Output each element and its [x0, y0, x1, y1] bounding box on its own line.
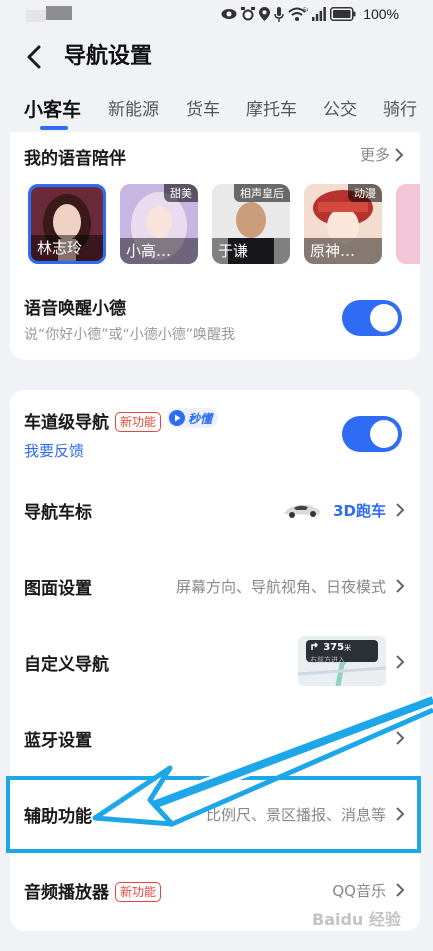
voice-name: 小高…	[120, 238, 198, 264]
voice-tag: 动漫	[348, 184, 382, 202]
tab-motorcycle[interactable]: 摩托车	[246, 96, 297, 124]
battery-percent: 100%	[363, 6, 399, 22]
tab-car[interactable]: 小客车	[24, 96, 81, 124]
voice-avatar-partial[interactable]	[396, 184, 420, 264]
sec-badge-label: 秒懂	[188, 411, 213, 426]
blurred-status-text	[26, 6, 72, 22]
back-button[interactable]	[20, 42, 50, 72]
battery-icon	[330, 7, 356, 21]
custom-nav-row[interactable]	[10, 630, 420, 694]
map-settings-row[interactable]	[10, 558, 420, 614]
voice-name: 原神…	[304, 238, 382, 264]
play-icon	[169, 410, 186, 426]
back-arrow-icon	[27, 45, 41, 69]
voice-card: 我的语音陪伴 更多 林志玲 甜美 小高… 相声皇后 于谦 动漫 原神… 语音唤醒…	[10, 132, 420, 360]
feedback-link[interactable]: 我要反馈	[24, 440, 84, 461]
lane-nav-title-row: 车道级导航 新功能 秒懂	[24, 408, 219, 433]
voice-name: 于谦	[212, 238, 290, 264]
portrait-image	[396, 184, 420, 264]
more-voices-link[interactable]: 更多	[360, 144, 404, 165]
header: 导航设置	[0, 30, 433, 84]
voice-tag: 相声皇后	[234, 184, 290, 202]
alarm-icon	[241, 7, 256, 21]
toggle-knob	[370, 420, 398, 448]
watermark: Baidu 经验	[312, 910, 401, 929]
wifi-icon: 5G	[288, 7, 308, 21]
tab-new-energy[interactable]: 新能源	[108, 96, 159, 124]
location-icon	[259, 7, 271, 21]
tab-bus[interactable]: 公交	[323, 96, 357, 124]
bluetooth-row[interactable]	[10, 710, 420, 766]
wake-subtitle: 说“你好小德”或“小德小德”唤醒我	[24, 327, 236, 343]
wake-title: 语音唤醒小德	[24, 299, 126, 319]
chevron-right-icon	[395, 147, 404, 162]
tab-truck[interactable]: 货车	[186, 96, 220, 124]
lane-nav-toggle[interactable]	[342, 416, 402, 452]
quick-understand-badge[interactable]: 秒懂	[167, 408, 219, 428]
lane-nav-title: 车道级导航	[24, 413, 109, 433]
voice-avatar-yuqian[interactable]: 相声皇后 于谦	[212, 184, 290, 264]
voice-avatar-xiaogao[interactable]: 甜美 小高…	[120, 184, 198, 264]
highlight-box	[6, 776, 421, 853]
eye-icon	[221, 9, 237, 19]
voice-avatar-genshin[interactable]: 动漫 原神…	[304, 184, 382, 264]
toggle-knob	[370, 304, 398, 332]
tab-cycling[interactable]: 骑行	[383, 96, 417, 124]
wake-toggle[interactable]	[342, 300, 402, 336]
voice-section-title: 我的语音陪伴	[24, 149, 126, 169]
more-label: 更多	[359, 146, 390, 164]
active-tab-indicator	[40, 126, 68, 130]
page-title: 导航设置	[64, 44, 153, 69]
vehicle-tabs: 小客车 新能源 货车 摩托车 公交 骑行	[0, 90, 433, 134]
status-bar: 5G 100%	[0, 0, 433, 30]
voice-tag: 甜美	[164, 184, 198, 202]
signal-icon	[312, 7, 327, 21]
mic-icon	[274, 6, 284, 22]
status-icons: 5G 100%	[221, 5, 399, 23]
svg-text:5G: 5G	[303, 7, 308, 14]
car-icon-row[interactable]	[10, 482, 420, 538]
voice-avatar-lin[interactable]: 林志玲	[28, 184, 106, 264]
voice-name: 林志玲	[31, 235, 103, 261]
new-feature-badge: 新功能	[115, 412, 162, 432]
